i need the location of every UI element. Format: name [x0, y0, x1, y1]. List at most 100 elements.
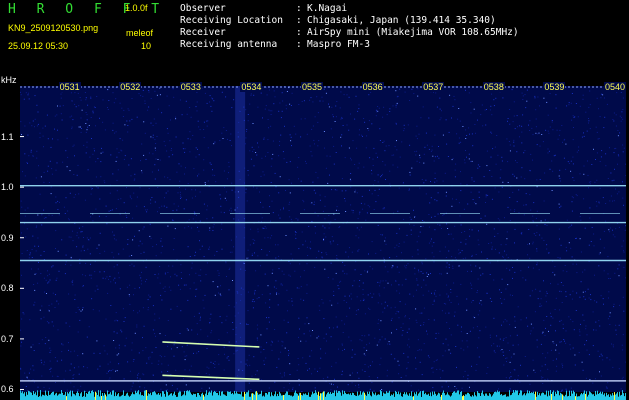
level-bar — [602, 391, 603, 400]
level-bar — [328, 392, 329, 400]
level-bar — [435, 393, 436, 400]
level-bar — [518, 395, 519, 400]
level-bar — [178, 392, 179, 400]
level-bar — [450, 396, 451, 400]
level-bar — [470, 396, 471, 400]
level-bar — [64, 394, 65, 400]
level-bar — [269, 391, 270, 400]
level-bar — [558, 391, 559, 400]
level-bar — [53, 391, 54, 400]
level-bar — [164, 393, 165, 400]
level-bar — [244, 391, 245, 400]
level-bar — [96, 392, 97, 400]
level-bar — [24, 392, 25, 400]
level-bar — [267, 394, 268, 400]
level-bar — [425, 392, 426, 400]
level-bar — [529, 390, 530, 400]
level-bar — [93, 391, 94, 400]
level-bar — [47, 395, 48, 400]
level-bar — [120, 396, 121, 400]
level-bar — [223, 394, 224, 400]
level-bar — [308, 392, 309, 400]
level-bar — [173, 393, 174, 400]
level-bar — [227, 391, 228, 400]
level-bar — [264, 396, 265, 400]
level-bar — [68, 393, 69, 400]
level-bar — [34, 393, 35, 400]
level-bar — [598, 393, 599, 400]
level-bar — [321, 393, 322, 400]
level-bar — [41, 396, 42, 400]
level-bar — [485, 393, 486, 400]
level-bar — [179, 391, 180, 400]
level-bar — [290, 395, 291, 400]
level-bar — [123, 390, 124, 400]
level-bar — [294, 392, 295, 400]
level-bar — [548, 390, 549, 400]
level-bar — [404, 392, 405, 400]
level-bar — [79, 396, 80, 400]
level-bar — [108, 394, 109, 400]
level-bar — [490, 394, 491, 400]
level-bar — [427, 394, 428, 400]
level-bar — [520, 390, 521, 400]
level-bar — [555, 391, 556, 400]
level-bar — [503, 395, 504, 400]
level-bar — [319, 395, 320, 400]
level-bar — [145, 390, 146, 400]
level-bar — [585, 393, 586, 400]
level-bar — [70, 390, 71, 400]
level-bar — [157, 394, 158, 400]
info-separator: : — [296, 27, 302, 38]
level-bar — [293, 395, 294, 400]
level-bar — [121, 395, 122, 400]
level-bar — [532, 392, 533, 400]
level-bar — [240, 394, 241, 400]
level-bar — [137, 391, 138, 400]
level-bar — [201, 393, 202, 400]
level-bar — [296, 393, 297, 400]
level-bar — [48, 390, 49, 400]
level-bar — [442, 392, 443, 400]
level-bar — [99, 396, 100, 400]
level-bar — [106, 396, 107, 400]
level-bar — [251, 393, 252, 400]
level-bar — [252, 393, 253, 400]
level-bar — [101, 396, 102, 400]
level-bar — [579, 396, 580, 400]
level-bar — [567, 396, 568, 400]
level-bar — [535, 391, 536, 400]
level-bar — [568, 395, 569, 400]
level-bar — [333, 392, 334, 400]
level-bar — [507, 396, 508, 400]
y-tick-label: 0.6 — [1, 384, 14, 395]
level-bar — [613, 395, 614, 400]
level-bar — [392, 395, 393, 400]
level-bar — [286, 391, 287, 400]
level-bar — [280, 393, 281, 400]
level-bar — [155, 392, 156, 400]
level-bar — [324, 391, 325, 400]
level-bar — [346, 394, 347, 400]
level-bar — [263, 395, 264, 400]
level-bar — [494, 392, 495, 400]
level-bar — [305, 393, 306, 400]
level-bar — [595, 390, 596, 400]
level-bar — [516, 390, 517, 400]
level-bar — [83, 396, 84, 400]
level-bar — [88, 391, 89, 400]
level-bar — [594, 396, 595, 400]
location-value: Chigasaki, Japan (139.414 35.340) — [307, 15, 496, 26]
level-bar — [483, 394, 484, 400]
level-bar — [375, 392, 376, 400]
level-bar — [546, 390, 547, 400]
level-bar — [95, 391, 96, 400]
level-bar — [356, 396, 357, 400]
level-bar — [300, 392, 301, 400]
level-bar — [248, 390, 249, 400]
level-bar — [283, 394, 284, 400]
level-bar — [135, 390, 136, 400]
level-bar — [162, 391, 163, 400]
level-bar — [612, 393, 613, 400]
level-bar — [198, 392, 199, 400]
